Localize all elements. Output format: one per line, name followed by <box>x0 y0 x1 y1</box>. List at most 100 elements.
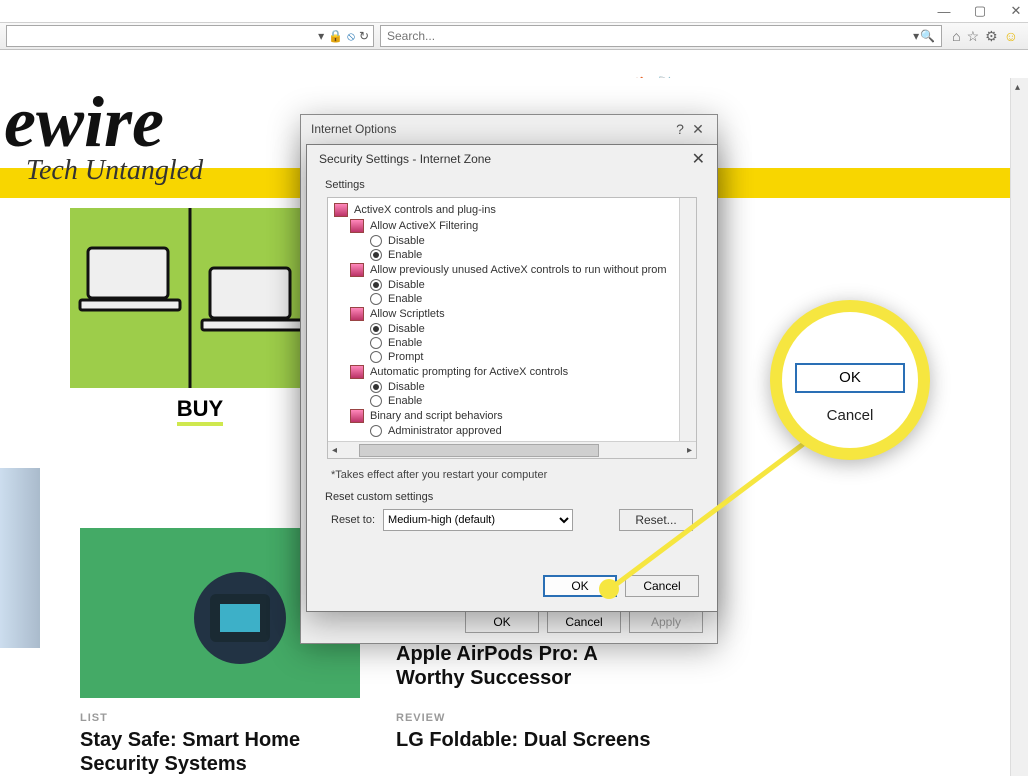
tools-icon[interactable]: ⚙ <box>985 28 998 45</box>
close-window-button[interactable]: ✕ <box>1010 5 1022 17</box>
setting-radio[interactable]: Disable <box>328 322 696 336</box>
setting-radio[interactable]: Disable <box>328 380 696 394</box>
setting-label: Administrator approved <box>388 425 502 437</box>
address-search-row: ▾ 🔒 ⦸ ↻ 🔍 ▾ ⌂ ☆ ⚙ ☺ <box>0 22 1028 50</box>
laptops-illustration <box>70 208 310 388</box>
setting-label: ActiveX controls and plug-ins <box>354 204 496 216</box>
radio-icon[interactable] <box>370 293 382 305</box>
buy-heading: BUY <box>177 396 223 426</box>
callout-anchor-dot <box>599 579 619 599</box>
activex-icon <box>350 409 364 423</box>
cancel-button[interactable]: Cancel <box>625 575 699 597</box>
maximize-button[interactable]: ▢ <box>974 5 986 17</box>
buy-column: BUY <box>70 208 330 436</box>
setting-label: Automatic prompting for ActiveX controls <box>370 366 568 378</box>
setting-label: Prompt <box>388 351 423 363</box>
smiley-icon[interactable]: ☺ <box>1004 28 1018 45</box>
setting-label: Disable <box>388 381 425 393</box>
setting-group: Automatic prompting for ActiveX controls <box>328 364 696 380</box>
activex-icon <box>350 219 364 233</box>
article-card-2[interactable]: Apple AirPods Pro: A Worthy Successor RE… <box>396 638 656 752</box>
setting-label: Allow previously unused ActiveX controls… <box>370 264 667 276</box>
reset-row: Reset to: Medium-high (default) Reset... <box>321 505 703 535</box>
reset-button[interactable]: Reset... <box>619 509 693 531</box>
refresh-icon[interactable]: ↻ <box>359 29 369 43</box>
radio-icon[interactable] <box>370 351 382 363</box>
setting-radio[interactable]: Disable <box>328 278 696 292</box>
radio-icon[interactable] <box>370 337 382 349</box>
radio-icon[interactable] <box>370 235 382 247</box>
callout-ok-button: OK <box>795 363 905 393</box>
search-input[interactable] <box>387 29 935 43</box>
io-apply-button: Apply <box>629 611 703 633</box>
side-thumbnail <box>0 468 40 648</box>
setting-radio[interactable]: Disable <box>328 234 696 248</box>
setting-label: Enable <box>388 293 422 305</box>
address-dropdown-icon[interactable]: ▾ <box>318 29 324 43</box>
setting-radio[interactable]: Enable <box>328 394 696 408</box>
setting-radio[interactable]: Enable <box>328 336 696 350</box>
reset-to-label: Reset to: <box>331 514 375 526</box>
setting-label: Disable <box>388 323 425 335</box>
card-headline-3: Apple AirPods Pro: A Worthy Successor <box>396 642 656 690</box>
hero-illustration <box>70 208 310 388</box>
activex-icon <box>350 365 364 379</box>
security-settings-buttons: OK Cancel <box>543 575 699 597</box>
setting-label: Enable <box>388 249 422 261</box>
settings-group-label: Settings <box>325 179 703 191</box>
close-icon[interactable]: ✕ <box>689 121 707 138</box>
setting-label: Disable <box>388 279 425 291</box>
minimize-button[interactable]: — <box>938 5 950 17</box>
radio-icon[interactable] <box>370 425 382 437</box>
card-kicker: LIST <box>80 712 360 724</box>
hscroll-thumb[interactable] <box>359 444 599 457</box>
setting-label: Enable <box>388 337 422 349</box>
callout-zoom: OK Cancel <box>770 300 930 460</box>
window-titlebar: — ▢ ✕ <box>0 0 1028 22</box>
card-headline-4: LG Foldable: Dual Screens <box>396 728 656 752</box>
setting-label: Enable <box>388 395 422 407</box>
internet-options-title: Internet Options <box>311 122 396 136</box>
page-scrollbar[interactable]: ▴ <box>1010 78 1028 776</box>
setting-group: Allow ActiveX Filtering <box>328 218 696 234</box>
browser-toolbar-icons: ⌂ ☆ ⚙ ☺ <box>948 28 1022 45</box>
address-bar[interactable]: ▾ 🔒 ⦸ ↻ <box>6 25 374 47</box>
security-settings-titlebar: Security Settings - Internet Zone ✕ <box>307 145 717 173</box>
setting-group: ActiveX controls and plug-ins <box>328 202 696 218</box>
setting-radio[interactable]: Enable <box>328 292 696 306</box>
radio-icon[interactable] <box>370 249 382 261</box>
tree-vscrollbar[interactable] <box>679 198 696 441</box>
search-dropdown-icon[interactable]: ▾ <box>913 29 919 43</box>
internet-options-buttons: OK Cancel Apply <box>465 611 703 633</box>
reset-to-select[interactable]: Medium-high (default) <box>383 509 573 531</box>
radio-icon[interactable] <box>370 395 382 407</box>
setting-radio[interactable]: Enable <box>328 248 696 262</box>
settings-tree[interactable]: ActiveX controls and plug-ins Allow Activ… <box>327 197 697 459</box>
security-settings-title: Security Settings - Internet Zone <box>319 152 491 166</box>
stop-icon[interactable]: ⦸ <box>347 29 355 44</box>
lock-icon: 🔒 <box>328 29 343 43</box>
setting-radio[interactable]: Administrator approved <box>328 424 696 438</box>
help-icon[interactable]: ? <box>671 121 689 137</box>
tree-hscrollbar[interactable]: ◂ ▸ <box>328 441 696 458</box>
card-kicker-4: REVIEW <box>396 712 656 724</box>
home-icon[interactable]: ⌂ <box>952 28 960 45</box>
io-cancel-button[interactable]: Cancel <box>547 611 621 633</box>
security-settings-dialog: Security Settings - Internet Zone ✕ Sett… <box>306 144 718 612</box>
radio-icon[interactable] <box>370 323 382 335</box>
setting-group: Allow Scriptlets <box>328 306 696 322</box>
io-ok-button[interactable]: OK <box>465 611 539 633</box>
setting-radio[interactable]: Prompt <box>328 350 696 364</box>
activex-icon <box>350 307 364 321</box>
card-headline: Stay Safe: Smart Home Security Systems <box>80 728 360 776</box>
internet-options-titlebar: Internet Options ? ✕ <box>301 115 717 143</box>
radio-icon[interactable] <box>370 381 382 393</box>
search-icon[interactable]: 🔍 <box>920 29 935 43</box>
close-icon[interactable]: ✕ <box>692 149 705 169</box>
search-box[interactable]: 🔍 ▾ <box>380 25 942 47</box>
favorites-icon[interactable]: ☆ <box>967 28 980 45</box>
setting-label: Binary and script behaviors <box>370 410 503 422</box>
setting-label: Disable <box>388 235 425 247</box>
setting-label: Allow ActiveX Filtering <box>370 220 478 232</box>
radio-icon[interactable] <box>370 279 382 291</box>
